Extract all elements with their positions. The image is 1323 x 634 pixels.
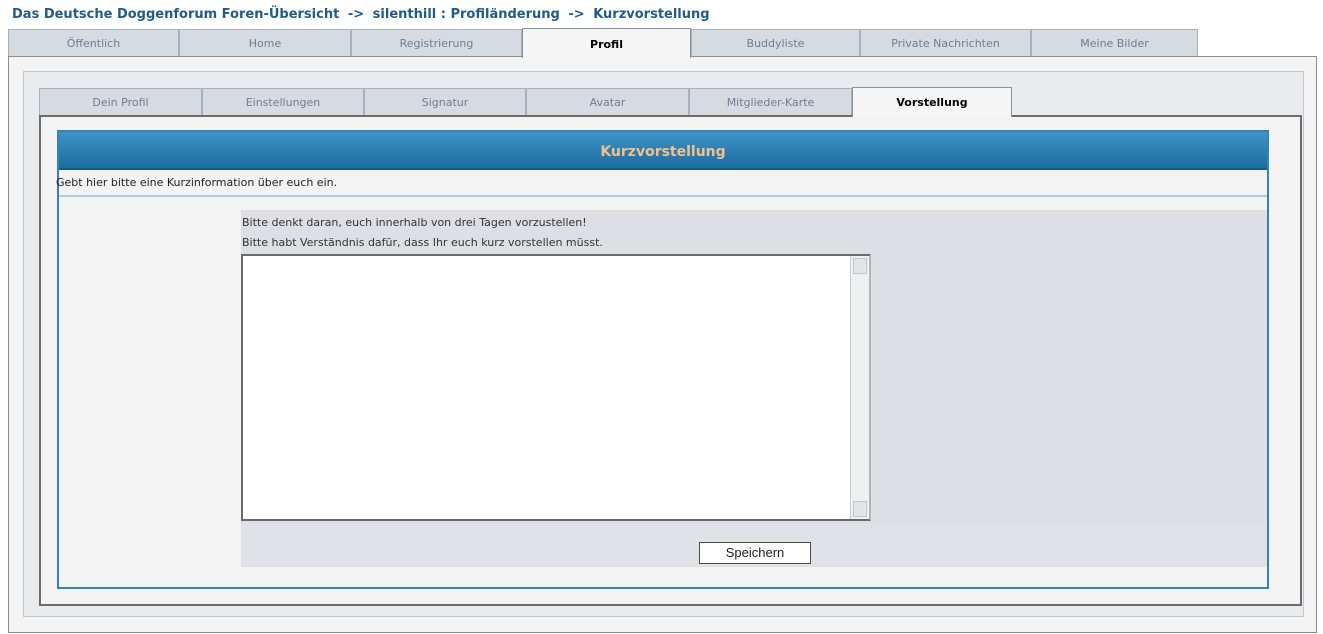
subtab-vorstellung[interactable]: Vorstellung [852,87,1012,117]
textarea-scrollbar[interactable] [850,256,869,519]
form-hint-requirement: Bitte habt Verständnis dafür, dass Ihr e… [242,236,603,249]
subtab-signatur[interactable]: Signatur [364,88,526,115]
tab-buddyliste[interactable]: Buddyliste [691,29,860,56]
breadcrumb-user-link[interactable]: silenthill : Profiländerung [373,7,560,22]
form-divider [59,195,1267,197]
form-description: Gebt hier bitte eine Kurzinformation übe… [56,176,338,189]
breadcrumb-separator: -> [347,7,365,22]
form-title: Kurzvorstellung [600,144,726,160]
subtab-avatar[interactable]: Avatar [526,88,689,115]
form-header: Kurzvorstellung [59,132,1267,170]
tab-profil[interactable]: Profil [522,28,691,58]
tab-oeffentlich[interactable]: Öffentlich [8,29,179,56]
save-button[interactable]: Speichern [699,542,811,564]
breadcrumb: Das Deutsche Doggenforum Foren-Übersicht… [12,7,710,22]
subtab-einstellungen[interactable]: Einstellungen [202,88,364,115]
subtab-mitglieder-karte[interactable]: Mitglieder-Karte [689,88,852,115]
scroll-up-icon[interactable] [853,258,867,274]
tab-meine-bilder[interactable]: Meine Bilder [1031,29,1198,56]
breadcrumb-separator: -> [568,7,585,22]
breadcrumb-current-page[interactable]: Kurzvorstellung [593,7,709,22]
main-tab-bar: Öffentlich Home Registrierung Profil Bud… [8,28,1198,58]
kurzvorstellung-form: Kurzvorstellung Gebt hier bitte eine Kur… [56,130,1269,589]
kurzvorstellung-textarea[interactable] [241,254,871,521]
subtab-dein-profil[interactable]: Dein Profil [39,88,202,115]
form-hint-deadline: Bitte denkt daran, euch innerhalb von dr… [242,216,587,229]
breadcrumb-forum-link[interactable]: Das Deutsche Doggenforum Foren-Übersicht [12,7,339,22]
tab-private-nachrichten[interactable]: Private Nachrichten [860,29,1031,56]
profile-sub-tab-bar: Dein Profil Einstellungen Signatur Avata… [39,87,1014,117]
tab-home[interactable]: Home [179,29,351,56]
scroll-down-icon[interactable] [853,501,867,517]
tab-registrierung[interactable]: Registrierung [351,29,522,56]
